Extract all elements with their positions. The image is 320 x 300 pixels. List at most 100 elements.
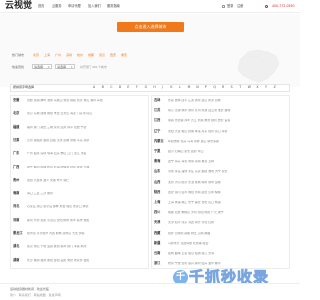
- alpha-letter[interactable]: Q: [213, 85, 216, 89]
- alpha-letter[interactable]: Z: [274, 85, 276, 89]
- alpha-letter[interactable]: R: [222, 85, 224, 89]
- province-city-list[interactable]: 贵阳 六盘水 遵义 安顺 毕节 铜仁: [27, 179, 145, 182]
- province-name[interactable]: 西藏: [154, 231, 160, 235]
- alpha-letter[interactable]: F: [136, 85, 138, 89]
- province-city-list[interactable]: 乌鲁木齐 克拉玛依 吐鲁番 哈密: [168, 242, 286, 245]
- province-city-list[interactable]: 西宁 海东 海北 黄南 海南 果洛 玉树: [168, 160, 286, 163]
- alpha-letter[interactable]: S: [231, 85, 233, 89]
- login-link[interactable]: 登录: [227, 4, 233, 8]
- alpha-letter[interactable]: B: [102, 85, 104, 89]
- province-city-list[interactable]: 沈阳 大连 鞍山 抚顺 本溪 丹东 锦州 营口 阜新: [168, 130, 286, 133]
- nav-home[interactable]: 首页: [38, 4, 44, 8]
- province-city-list[interactable]: 拉萨 日喀则 昌都 林芝 山南 那曲: [168, 232, 286, 235]
- hot-city[interactable]: 北京: [33, 54, 39, 57]
- hot-city[interactable]: 上海: [44, 54, 50, 57]
- province-name[interactable]: 辽宁: [154, 129, 160, 133]
- province-city-list[interactable]: 呼和浩特 包头 乌海 赤峰 通辽 鄂尔多斯: [168, 140, 286, 143]
- alpha-letter[interactable]: G: [145, 85, 147, 89]
- alpha-letter[interactable]: A: [93, 85, 95, 89]
- province-city-list[interactable]: 北京 东城 西城 朝阳 丰台 石景山 海淀 门头沟 房山: [27, 112, 145, 115]
- alpha-letter[interactable]: W: [248, 85, 251, 89]
- province-name[interactable]: 河北: [13, 205, 19, 208]
- province-name[interactable]: 山东: [154, 170, 160, 173]
- alpha-letter[interactable]: H: [153, 85, 155, 89]
- province-name[interactable]: 天津: [154, 221, 160, 224]
- province-name[interactable]: 福建: [13, 125, 19, 129]
- hot-city[interactable]: 杭州: [77, 54, 83, 57]
- alpha-letter[interactable]: Y: [265, 85, 267, 89]
- user-icon[interactable]: [222, 5, 225, 8]
- nav-guide[interactable]: 服务指南: [107, 4, 120, 8]
- province-city-list[interactable]: 武汉 黄石 十堰 宜昌 襄阳 鄂州 荆门 孝感 荆州: [27, 245, 145, 248]
- alpha-letter[interactable]: L: [179, 85, 181, 89]
- province-city-list[interactable]: 上海 黄浦 徐汇 长宁 静安 普陀 虹口 杨浦: [168, 201, 286, 204]
- nav-join[interactable]: 加入我们: [88, 4, 101, 8]
- province-name[interactable]: 广东: [13, 151, 19, 155]
- hot-city[interactable]: 深圳: [66, 54, 72, 57]
- province-city-list[interactable]: 哈尔滨 齐齐哈尔 鸡西 鹤岗 双鸭山 大庆 伊春: [27, 232, 145, 235]
- province-city-list[interactable]: 成都 自贡 攀枝花 泸州 德阳 绵阳 广元 遂宁: [168, 211, 286, 214]
- province-name[interactable]: 北京: [13, 112, 19, 115]
- province-name[interactable]: 云南: [154, 251, 160, 255]
- hot-city[interactable]: 西安: [110, 54, 116, 57]
- province-name[interactable]: 湖北: [13, 245, 19, 248]
- hot-city[interactable]: 重庆: [121, 54, 127, 57]
- province-name[interactable]: 新疆: [154, 241, 160, 245]
- province-city-list[interactable]: 太原 大同 阳泉 长治 晋城 朔州 晋中 运城: [168, 181, 286, 184]
- alpha-letter[interactable]: X: [256, 85, 258, 89]
- province-name[interactable]: 山西: [154, 180, 160, 184]
- alpha-letter[interactable]: N: [196, 85, 198, 89]
- province-name[interactable]: 吉林: [154, 98, 160, 102]
- province-name[interactable]: 内蒙古: [154, 139, 164, 143]
- hot-city[interactable]: 成都: [88, 54, 94, 57]
- nav-agent[interactable]: 申请代理: [68, 4, 81, 8]
- alpha-letter[interactable]: P: [205, 85, 207, 89]
- alpha-letter[interactable]: J: [162, 85, 163, 89]
- province-city-list[interactable]: 西安 铜川 宝鸡 咸阳 渭南 延安 汉中 榆林: [168, 191, 286, 194]
- site-logo[interactable]: 云视觉: [5, 2, 32, 11]
- register-link[interactable]: 注册: [237, 4, 243, 8]
- province-city-list[interactable]: 南京 无锡 徐州 常州 苏州 南通 连云港 淮安 盐城: [168, 109, 286, 112]
- province-name[interactable]: 甘肃: [13, 138, 19, 142]
- alpha-letter[interactable]: K: [170, 85, 172, 89]
- province-city-list[interactable]: 福州 厦门 莆田 三明 泉州 漳州 南平 龙岩 宁德: [27, 126, 145, 129]
- province-city-list[interactable]: 兰州 嘉峪关 金昌 白银 天水 武威 张掖 平凉 酒泉: [27, 139, 145, 142]
- hot-city[interactable]: 广州: [55, 54, 61, 57]
- province-name[interactable]: 河南: [13, 218, 19, 222]
- province-name[interactable]: 江苏: [154, 108, 160, 112]
- province-city-list[interactable]: 杭州 宁波 温州 嘉兴 湖州 绍兴 金华 衢州: [168, 262, 286, 265]
- nav-cloud[interactable]: 云服务: [52, 4, 62, 8]
- alpha-letter[interactable]: E: [127, 85, 129, 89]
- province-name[interactable]: 浙江: [154, 261, 160, 265]
- enter-city-button[interactable]: 点击进入选择城市: [117, 22, 184, 32]
- province-city-list[interactable]: 广州 韶关 深圳 珠海 汕头 佛山 江门 湛江 茂名: [27, 152, 145, 155]
- alpha-letter[interactable]: C: [110, 85, 112, 89]
- province-city-list[interactable]: 合肥 芜湖 蚌埠 淮南 马鞍山 淮北 铜陵 安庆 黄山 滁州 阜阳: [27, 99, 145, 102]
- province-city-list[interactable]: 昆明 曲靖 玉溪 保山 昭通 丽江 普洱: [168, 252, 286, 255]
- province-city-list[interactable]: 南宁 柳州 桂林 梧州 北海 防城港 钦州 贵港 玉林: [27, 166, 145, 169]
- province-name[interactable]: 四川: [154, 210, 160, 214]
- province-city-list[interactable]: 银川 石嘴山 吴忠 固原 中卫: [168, 150, 286, 153]
- province-name[interactable]: 湖南: [13, 258, 19, 262]
- province-city-list[interactable]: 济南 青岛 淄博 枣庄 东营 烟台 潍坊 济宁 泰安: [168, 170, 286, 173]
- province-city-list[interactable]: 长春 吉林 四平 辽源 通化 白山 松原 白城: [168, 99, 286, 102]
- province-name[interactable]: 广西: [13, 165, 19, 169]
- province-name[interactable]: 海南: [13, 191, 19, 195]
- hot-city[interactable]: 武汉: [99, 54, 105, 57]
- province-name[interactable]: 青海: [154, 159, 160, 163]
- alpha-letter[interactable]: D: [119, 85, 121, 89]
- province-city-list[interactable]: 天津 和平 河东 河西 南开 河北 红桥: [168, 221, 286, 224]
- province-city-list[interactable]: 长沙 株洲 湘潭 衡阳 邵阳 岳阳 常德 张家界 益阳: [27, 259, 145, 262]
- province-name[interactable]: 贵州: [13, 178, 19, 182]
- alpha-letter[interactable]: M: [188, 85, 191, 89]
- province-name[interactable]: 上海: [154, 200, 160, 204]
- province-city-list[interactable]: 郑州 开封 洛阳 平顶山 安阳 鹤壁 新乡 焦作 濮阳: [27, 219, 145, 222]
- alpha-letter[interactable]: T: [239, 85, 241, 89]
- province-name[interactable]: 陕西: [154, 190, 160, 194]
- province-city-list[interactable]: 石家庄 唐山 秦皇岛 邯郸 邢台 保定 张家口 承德: [27, 205, 145, 208]
- province-name[interactable]: 黑龙江: [13, 231, 23, 235]
- province-city-list[interactable]: 海口 三亚 三沙 儋州: [27, 192, 145, 195]
- province-name[interactable]: 江西: [154, 119, 160, 122]
- province-name[interactable]: 宁夏: [154, 149, 160, 153]
- province-city-list[interactable]: 南昌 景德镇 萍乡 九江 新余 鹰潭 赣州 吉安 宜春: [168, 119, 286, 122]
